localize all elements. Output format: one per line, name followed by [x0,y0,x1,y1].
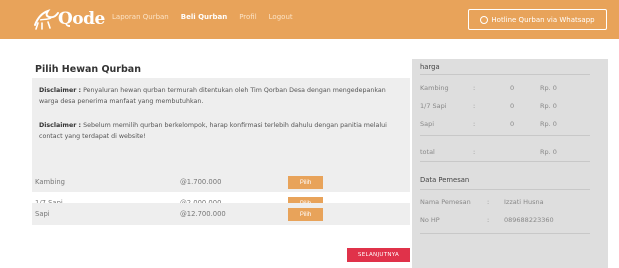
product-price: @12.700.000 [180,210,226,218]
product-name: Sapi [35,210,50,218]
brand-logo[interactable]: Qode [32,5,105,33]
pilih-kambing-button[interactable]: Pilih [288,176,323,189]
nav-links: Laporan Qurban Beli Qurban Profil Logout [112,13,293,21]
divider [420,74,590,75]
next-button[interactable]: SELANJUTNYA [347,248,410,262]
product-row-sapi: Sapi @12.700.000 Pilih [32,203,410,225]
order-label: Nama Pemesan [420,198,471,206]
disclaimer-box: Disclaimer : Penyaluran hewan qurban ter… [32,78,410,214]
summary-label: Sapi [420,120,435,128]
summary-label: Kambing [420,84,449,92]
logo-icon [34,9,59,30]
navbar: Qode Laporan Qurban Beli Qurban Profil L… [0,0,619,39]
disclaimer-1: Disclaimer : Penyaluran hewan qurban ter… [39,85,401,107]
divider [420,161,590,162]
hotline-label: Hotline Qurban via Whatsapp [491,15,595,24]
order-value: Izzati Husna [504,198,544,206]
order-sep: : [487,198,490,206]
summary-amount: Rp. 0 [540,84,557,92]
summary-title: harga [420,63,440,71]
disclaimer-1-text: Penyaluran hewan qurban termurah ditentu… [39,87,386,105]
summary-sep: : [473,84,476,92]
summary-panel: harga Kambing : 0 Rp. 0 1/7 Sapi : 0 Rp.… [412,59,608,268]
brand-name: Qode [58,9,105,29]
nav-link-profil[interactable]: Profil [239,13,256,21]
disclaimer-2: Disclaimer : Sebelum memilih qurban berk… [39,120,401,142]
divider [420,233,590,234]
disclaimer-2-text: Sebelum memilih qurban berkelompok, hara… [39,122,387,140]
product-name: Kambing [35,178,65,186]
order-sep: : [487,216,490,224]
summary-qty: 0 [510,120,515,128]
product-panel: Pilih Hewan Qurban Disclaimer : Penyalur… [32,59,410,268]
whatsapp-icon [480,15,489,24]
pilih-sapi-button[interactable]: Pilih [288,208,323,221]
disclaimer-2-label: Disclaimer : [39,122,82,129]
total-sep: : [473,148,476,156]
summary-label: 1/7 Sapi [420,102,447,110]
total-amount: Rp. 0 [540,148,557,156]
order-title: Data Pemesan [420,176,470,184]
disclaimer-1-label: Disclaimer : [39,87,82,94]
summary-amount: Rp. 0 [540,120,557,128]
divider [420,189,590,190]
summary-sep: : [473,120,476,128]
summary-sep: : [473,102,476,110]
order-label: No HP [420,216,440,224]
order-value: 089688223360 [504,216,554,224]
summary-qty: 0 [510,84,515,92]
summary-amount: Rp. 0 [540,102,557,110]
nav-link-logout[interactable]: Logout [269,13,293,21]
page-title: Pilih Hewan Qurban [35,64,141,75]
nav-link-laporan[interactable]: Laporan Qurban [112,13,169,21]
divider [420,135,590,136]
summary-qty: 0 [510,102,515,110]
total-label: total [420,148,435,156]
hotline-button[interactable]: Hotline Qurban via Whatsapp [468,9,607,30]
product-row-kambing: Kambing @1.700.000 Pilih [32,171,410,193]
product-price: @1.700.000 [180,178,222,186]
nav-link-beli[interactable]: Beli Qurban [181,13,227,21]
